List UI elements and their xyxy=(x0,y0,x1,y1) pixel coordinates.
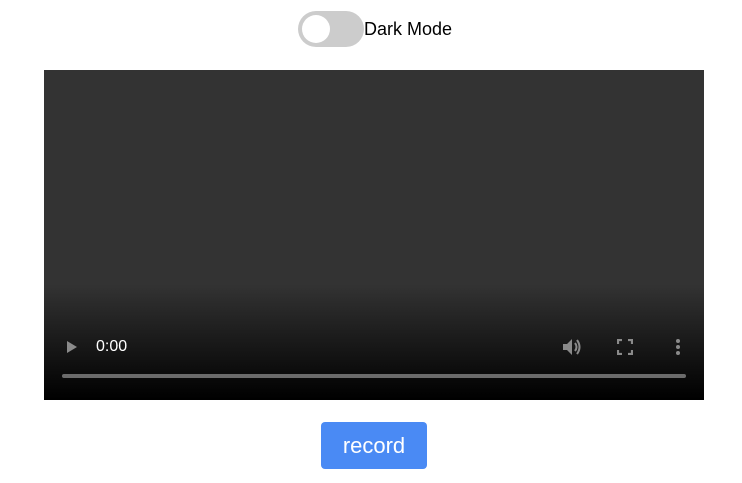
current-time: 0:00 xyxy=(96,338,128,355)
fullscreen-button[interactable] xyxy=(614,336,636,358)
record-button[interactable]: record xyxy=(321,422,427,469)
more-options-icon xyxy=(676,339,680,355)
switch-knob xyxy=(302,15,330,43)
video-progress-bar[interactable] xyxy=(62,374,686,378)
volume-icon xyxy=(563,339,581,355)
play-icon xyxy=(67,341,77,353)
video-controls: 0:00 xyxy=(44,330,704,364)
dark-mode-toggle-row: Dark Mode xyxy=(298,11,452,47)
video-player[interactable]: 0:00 xyxy=(44,70,704,400)
fullscreen-icon xyxy=(617,339,633,355)
play-button[interactable] xyxy=(62,336,82,358)
volume-button[interactable] xyxy=(560,336,584,358)
dark-mode-label: Dark Mode xyxy=(364,19,453,39)
more-options-button[interactable] xyxy=(668,336,688,358)
dark-mode-switch[interactable] xyxy=(298,11,364,47)
